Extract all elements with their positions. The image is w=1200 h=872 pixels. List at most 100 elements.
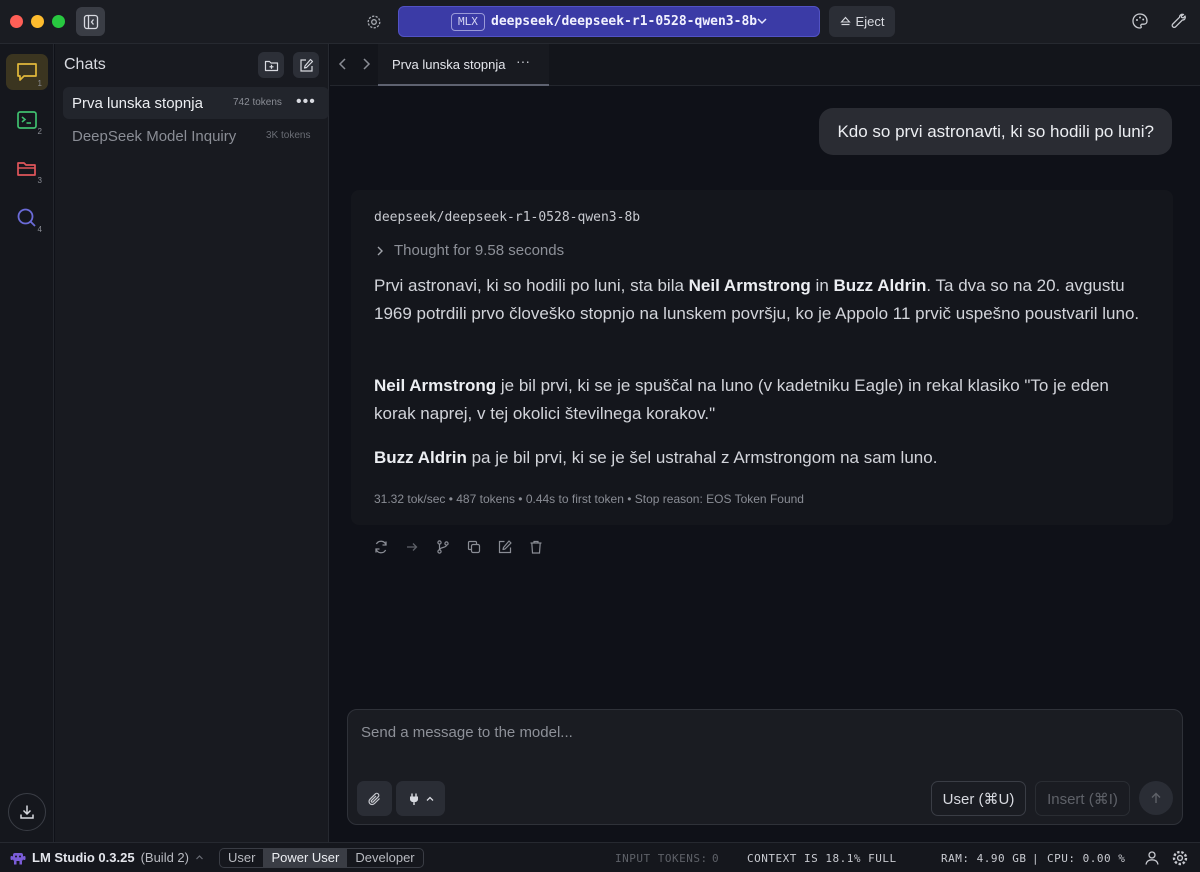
left-rail: 1 2 3 4 (0, 44, 54, 842)
folder-icon (17, 162, 36, 176)
context-usage: CONTEXT IS 18.1% FULL (747, 852, 897, 865)
generation-stats: 31.32 tok/sec • 487 tokens • 0.44s to fi… (374, 492, 804, 506)
new-chat-button[interactable] (293, 52, 319, 78)
new-folder-button[interactable] (258, 52, 284, 78)
close-window-button[interactable] (10, 15, 23, 28)
app-brand: LM Studio 0.3.25 (Build 2) (10, 850, 204, 865)
tab-prva-lunska-stopnja[interactable]: Prva lunska stopnja ··· (378, 44, 549, 86)
delete-message-button[interactable] (527, 538, 545, 556)
eject-icon (839, 16, 851, 26)
chat-item-more-button[interactable]: ••• (296, 93, 316, 111)
rail-item-number: 1 (37, 79, 42, 88)
message-input[interactable] (361, 724, 1161, 741)
edit-icon (498, 540, 512, 554)
copy-button[interactable] (465, 538, 483, 556)
mode-user[interactable]: User (220, 849, 263, 867)
rail-item-chat[interactable]: 1 (6, 54, 48, 90)
sidebar-collapse-icon (83, 14, 98, 29)
wrench-icon[interactable] (1169, 11, 1189, 31)
tab-more-button[interactable]: ··· (516, 53, 530, 69)
eject-button[interactable]: Eject (829, 6, 895, 37)
send-button[interactable] (1139, 781, 1173, 815)
gear-icon[interactable] (1171, 849, 1189, 867)
chevron-up-icon[interactable] (195, 853, 204, 862)
tab-bar: Prva lunska stopnja ··· (330, 44, 1200, 86)
send-as-user-button[interactable]: User (⌘U) (931, 781, 1026, 816)
user-icon[interactable] (1143, 849, 1161, 867)
chevron-up-icon (426, 796, 433, 801)
paperclip-icon (367, 792, 380, 805)
model-settings-button[interactable] (362, 10, 386, 34)
folder-plus-icon (264, 60, 278, 71)
app-version: LM Studio 0.3.25 (32, 850, 135, 865)
app-build: (Build 2) (140, 850, 189, 865)
arrow-right-icon (407, 543, 418, 551)
rail-item-number: 4 (37, 225, 42, 234)
back-arrow-icon[interactable] (336, 56, 350, 72)
chat-bubble-icon (17, 63, 37, 81)
cpu-usage: CPU: 0.00 % (1047, 852, 1126, 865)
edit-icon (299, 58, 313, 72)
download-icon (20, 805, 34, 819)
tab-label: Prva lunska stopnja (392, 57, 506, 72)
mode-developer[interactable]: Developer (347, 849, 422, 867)
copy-icon (467, 540, 481, 554)
downloads-button[interactable] (8, 793, 46, 831)
arrow-up-icon (1151, 792, 1161, 803)
branch-button[interactable] (434, 538, 452, 556)
input-tokens-label: INPUT TOKENS: (615, 852, 708, 865)
assistant-model-name: deepseek/deepseek-r1-0528-qwen3-8b (374, 210, 641, 225)
trash-icon (530, 540, 542, 554)
user-message: Kdo so prvi astronavti, ki so hodili po … (819, 108, 1172, 155)
input-tokens-value: 0 (712, 852, 720, 865)
rail-item-number: 2 (37, 127, 42, 136)
chat-item-tokens: 742 tokens (233, 97, 282, 108)
message-composer: User (⌘U) Insert (⌘I) (347, 709, 1183, 825)
minimize-window-button[interactable] (31, 15, 44, 28)
model-selector[interactable]: MLX deepseek/deepseek-r1-0528-qwen3-8b (398, 6, 820, 37)
edit-message-button[interactable] (496, 538, 514, 556)
plug-icon (409, 793, 418, 805)
gear-icon (367, 15, 381, 29)
thought-label: Thought for 9.58 seconds (394, 242, 565, 259)
title-bar: MLX deepseek/deepseek-r1-0528-qwen3-8b E… (0, 0, 1200, 44)
mlx-badge: MLX (451, 13, 485, 31)
message-actions (372, 538, 545, 556)
rail-item-discover[interactable]: 4 (6, 200, 48, 236)
response-paragraph-2: Neil Armstrong je bil prvi, ki se je spu… (374, 376, 1109, 423)
response-paragraph-3: Buzz Aldrin pa je bil prvi, ki se je šel… (374, 448, 938, 467)
continue-button[interactable] (403, 538, 421, 556)
ram-usage: RAM: 4.90 GB (941, 852, 1027, 865)
chat-item-tokens: 3K tokens (266, 130, 311, 141)
loaded-model-name: deepseek/deepseek-r1-0528-qwen3-8b (491, 14, 758, 29)
refresh-icon (375, 540, 387, 554)
thought-toggle[interactable]: Thought for 9.58 seconds (374, 242, 564, 259)
chats-panel: Chats Prva lunska stopnja 742 tokens •••… (55, 44, 329, 842)
git-branch-icon (437, 540, 449, 554)
rail-item-my-models[interactable]: 3 (6, 151, 48, 187)
forward-arrow-icon[interactable] (359, 56, 373, 72)
attach-file-button[interactable] (357, 781, 392, 816)
status-bar: LM Studio 0.3.25 (Build 2) User Power Us… (0, 842, 1200, 872)
search-icon (17, 208, 36, 227)
chat-item-prva-lunska-stopnja[interactable]: Prva lunska stopnja 742 tokens ••• (63, 87, 329, 119)
rail-item-number: 3 (37, 176, 42, 185)
mode-power-user[interactable]: Power User (263, 849, 348, 867)
chat-item-deepseek-model-inquiry[interactable]: DeepSeek Model Inquiry 3K tokens (63, 120, 329, 152)
assistant-message: deepseek/deepseek-r1-0528-qwen3-8b Thoug… (351, 190, 1173, 525)
palette-icon[interactable] (1130, 11, 1150, 31)
status-separator: | (1032, 852, 1040, 865)
chats-title: Chats (64, 56, 106, 73)
mode-switcher: User Power User Developer (219, 848, 424, 868)
chat-item-name: DeepSeek Model Inquiry (72, 128, 237, 145)
insert-button[interactable]: Insert (⌘I) (1035, 781, 1130, 816)
zoom-window-button[interactable] (52, 15, 65, 28)
integrations-button[interactable] (396, 781, 445, 816)
chevron-right-icon (377, 246, 383, 255)
regenerate-button[interactable] (372, 538, 390, 556)
rail-item-developer[interactable]: 2 (6, 102, 48, 138)
chevron-down-icon (757, 18, 767, 25)
sidebar-toggle-button[interactable] (76, 7, 105, 36)
terminal-icon (17, 111, 37, 129)
lm-studio-logo-icon (10, 852, 26, 864)
